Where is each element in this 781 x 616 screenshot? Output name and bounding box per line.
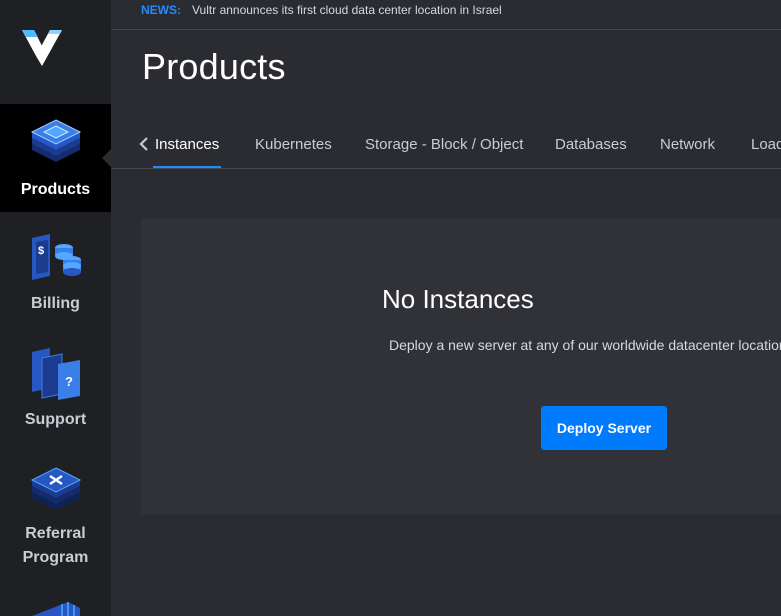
news-bar: NEWS: Vultr announces its first cloud da…	[111, 0, 781, 30]
chevron-left-icon[interactable]	[139, 137, 149, 151]
sidebar: Products $ Billing ? Support Referral Pr…	[0, 0, 111, 616]
product-tabs: Instances Kubernetes Storage - Block / O…	[111, 120, 781, 169]
sidebar-item-label-line2: Program	[22, 549, 89, 566]
sidebar-item-label: Support	[24, 411, 87, 428]
page-title: Products	[142, 46, 286, 87]
vultr-logo-icon	[22, 30, 62, 66]
billing-icon: $	[31, 234, 81, 280]
tab-storage[interactable]: Storage - Block / Object	[365, 136, 523, 153]
vultr-logo[interactable]	[0, 0, 111, 104]
instances-panel	[141, 218, 781, 514]
sidebar-item-label: Billing	[31, 295, 80, 312]
svg-text:?: ?	[65, 374, 73, 389]
empty-state-text: Deploy a new server at any of our worldw…	[389, 337, 781, 353]
tab-databases[interactable]: Databases	[555, 136, 627, 153]
next-menu-icon	[32, 602, 80, 616]
tab-kubernetes[interactable]: Kubernetes	[255, 136, 332, 153]
sidebar-item-billing[interactable]: $ Billing	[0, 230, 111, 320]
tab-network[interactable]: Network	[660, 136, 715, 153]
svg-text:$: $	[38, 245, 44, 257]
active-indicator	[102, 149, 111, 167]
empty-state-title: No Instances	[382, 284, 534, 314]
sidebar-item-products[interactable]: Products	[0, 104, 111, 212]
deploy-server-button[interactable]: Deploy Server	[541, 406, 667, 450]
active-tab-underline	[153, 166, 221, 168]
support-icon: ?	[31, 348, 80, 400]
sidebar-item-label: Products	[20, 181, 91, 198]
tab-instances[interactable]: Instances	[155, 136, 219, 153]
sidebar-item-label: Referral	[25, 525, 86, 542]
sidebar-item-referral-program[interactable]: Referral Program	[0, 464, 111, 574]
app-window: Products $ Billing ? Support Referral Pr…	[0, 0, 781, 616]
news-link[interactable]: Vultr announces its first cloud data cen…	[192, 3, 502, 17]
sidebar-item-support[interactable]: ? Support	[0, 346, 111, 436]
news-label: NEWS:	[141, 3, 181, 17]
referral-icon	[30, 467, 81, 510]
tab-load-balancers[interactable]: Load Balancers	[751, 136, 781, 153]
products-stack-icon	[30, 119, 81, 162]
